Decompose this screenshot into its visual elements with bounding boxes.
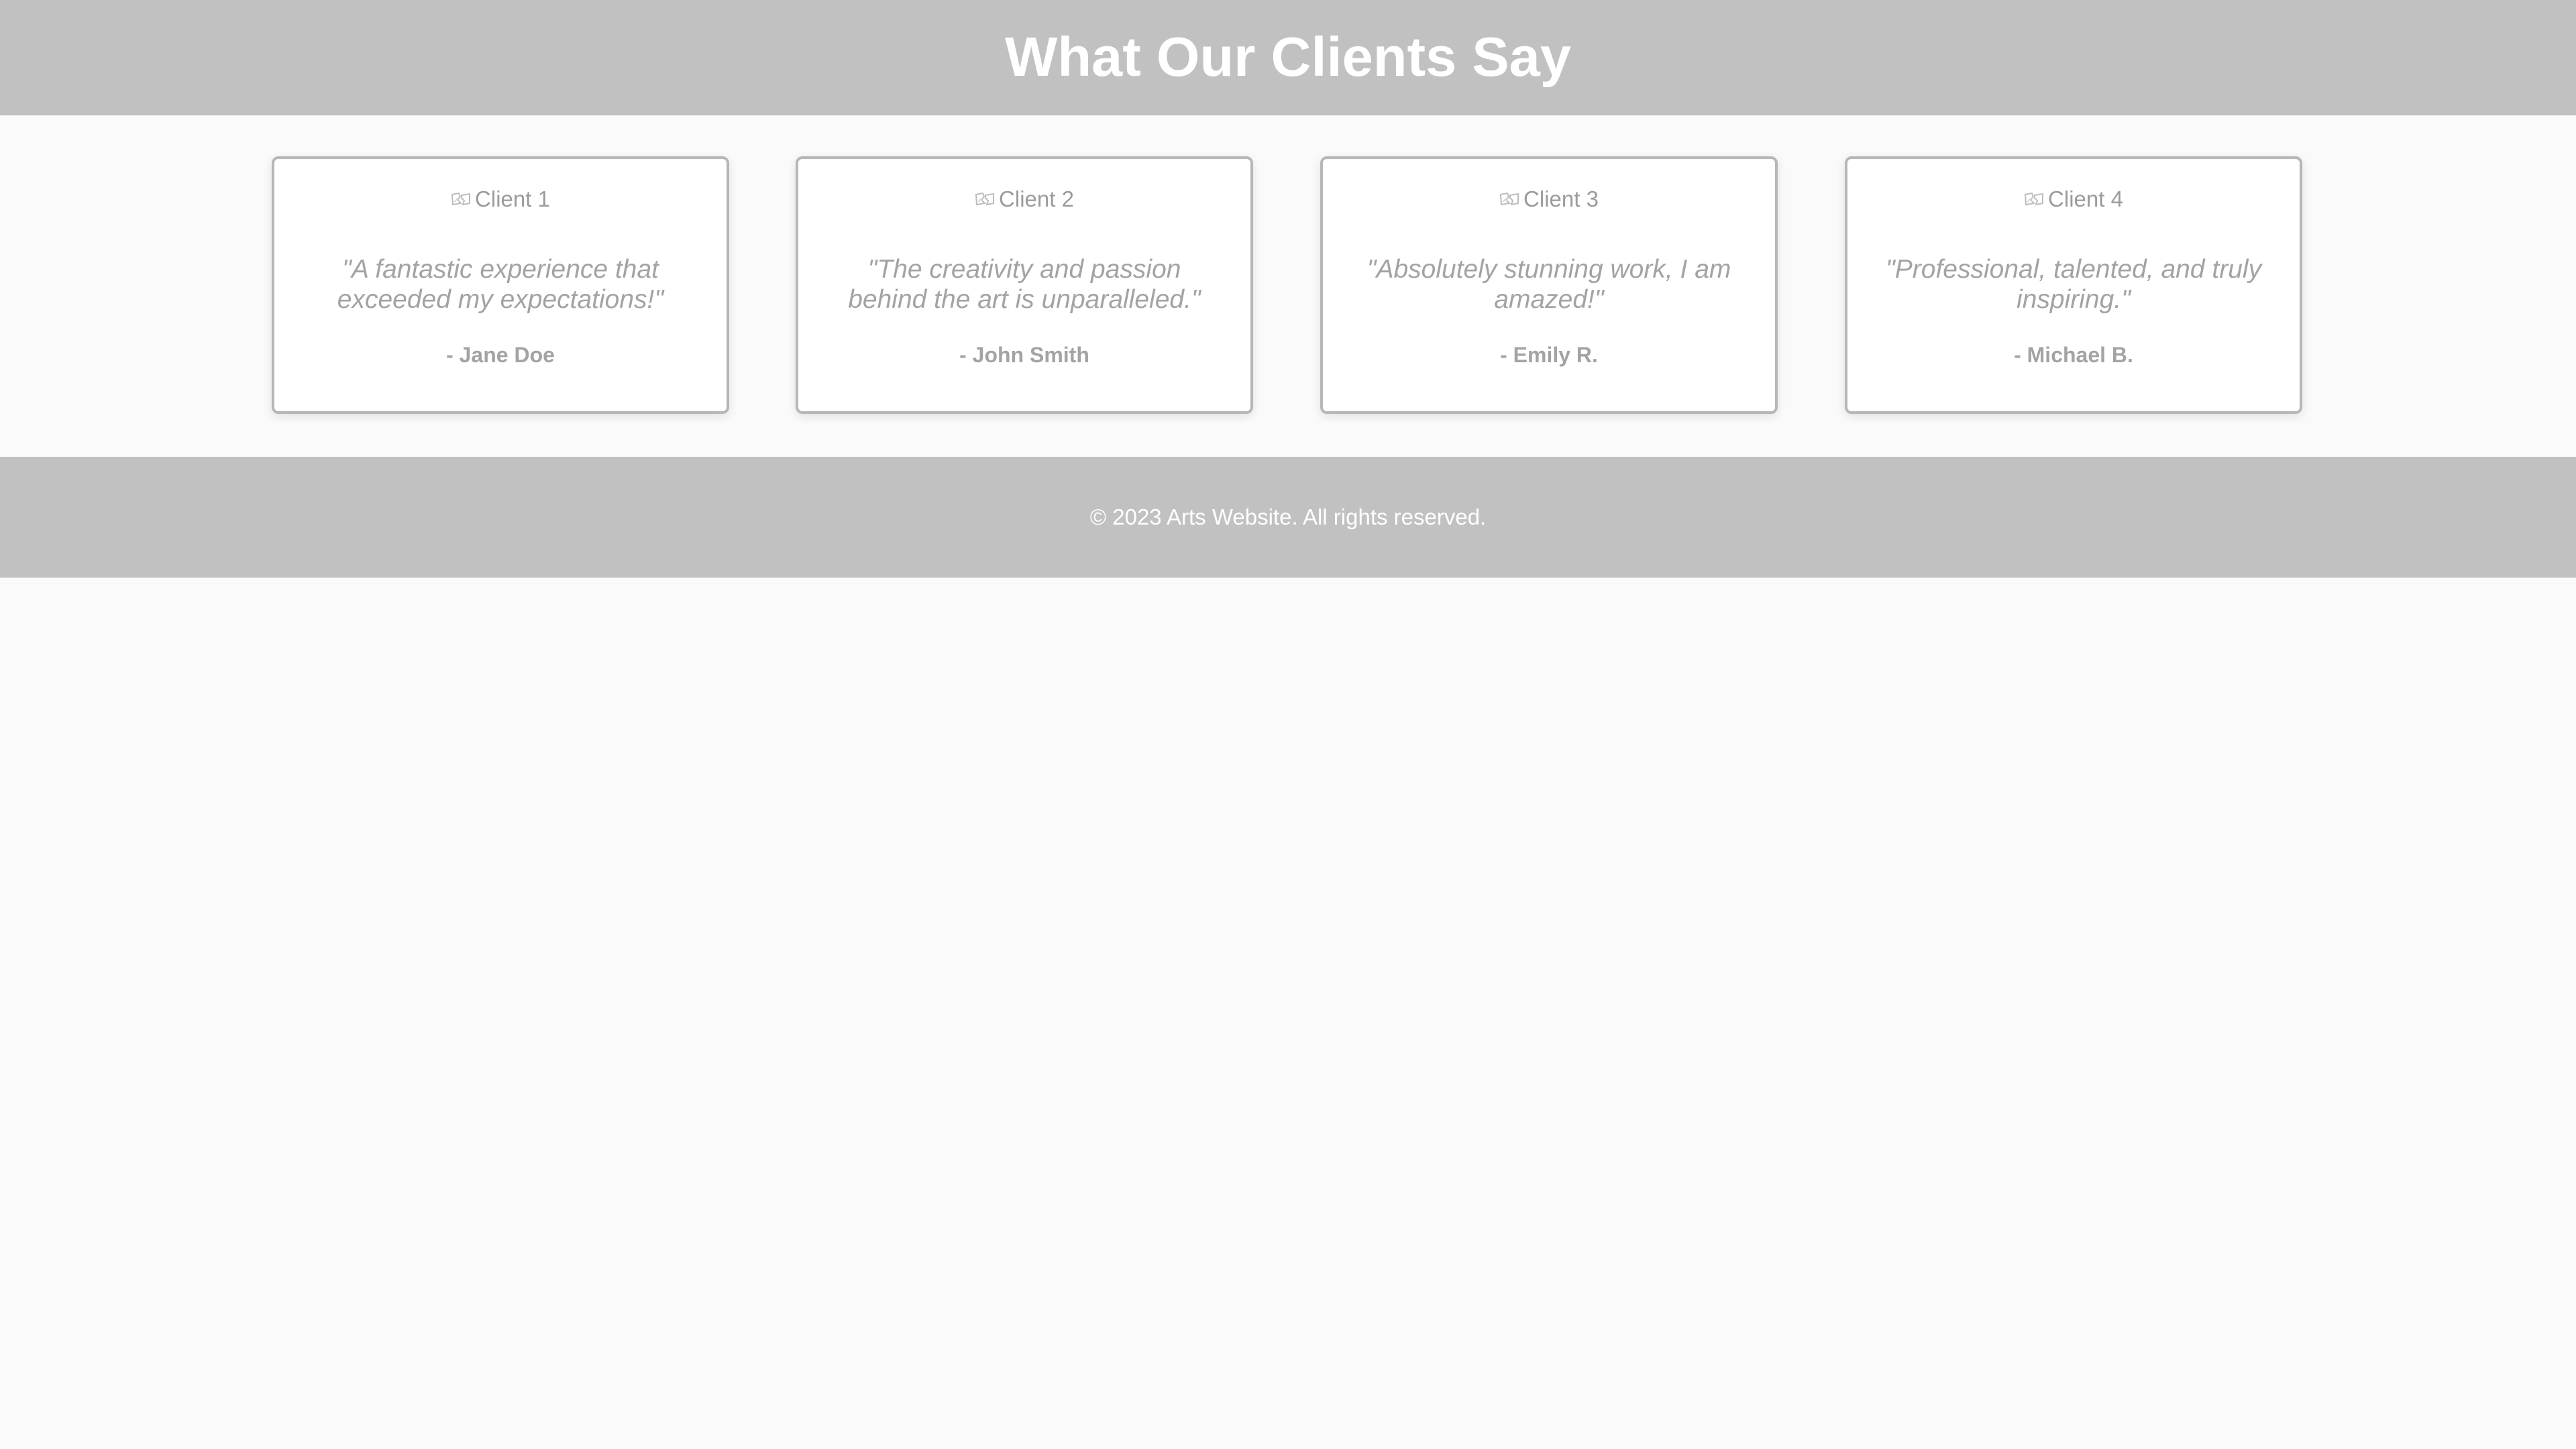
testimonial-quote: "Absolutely stunning work, I am amazed!" (1366, 255, 1731, 314)
broken-image-icon (975, 191, 995, 207)
broken-image-icon (451, 191, 471, 207)
client-avatar: Client 4 (1847, 184, 2300, 214)
site-header: What Our Clients Say (0, 0, 2576, 115)
page-title: What Our Clients Say (1005, 25, 1571, 88)
testimonial-card: Client 3 "Absolutely stunning work, I am… (1320, 156, 1778, 414)
testimonial-quote: "The creativity and passion behind the a… (848, 255, 1201, 314)
client-avatar-alt: Client 4 (2048, 186, 2123, 211)
client-avatar-alt: Client 1 (475, 186, 550, 211)
testimonials-section: Client 1 "A fantastic experience that ex… (0, 115, 2576, 457)
broken-image-icon (1499, 191, 1519, 207)
testimonial-card: Client 4 "Professional, talented, and tr… (1845, 156, 2302, 414)
testimonial-quote: "A fantastic experience that exceeded my… (337, 255, 664, 314)
client-avatar: Client 3 (1323, 184, 1775, 214)
client-avatar: Client 1 (274, 184, 727, 214)
testimonial-author: - John Smith (959, 343, 1089, 367)
client-avatar-alt: Client 2 (999, 186, 1074, 211)
site-footer: © 2023 Arts Website. All rights reserved… (0, 457, 2576, 578)
testimonial-card: Client 2 "The creativity and passion beh… (796, 156, 1253, 414)
testimonial-card: Client 1 "A fantastic experience that ex… (272, 156, 729, 414)
testimonial-author: - Jane Doe (446, 343, 555, 367)
broken-image-icon (2024, 191, 2044, 207)
client-avatar-alt: Client 3 (1523, 186, 1599, 211)
client-avatar: Client 2 (798, 184, 1250, 214)
testimonial-quote: "Professional, talented, and truly inspi… (1885, 255, 2262, 314)
copyright-text: © 2023 Arts Website. All rights reserved… (1089, 504, 1487, 529)
testimonial-author: - Emily R. (1500, 343, 1598, 367)
testimonial-author: - Michael B. (2014, 343, 2133, 367)
